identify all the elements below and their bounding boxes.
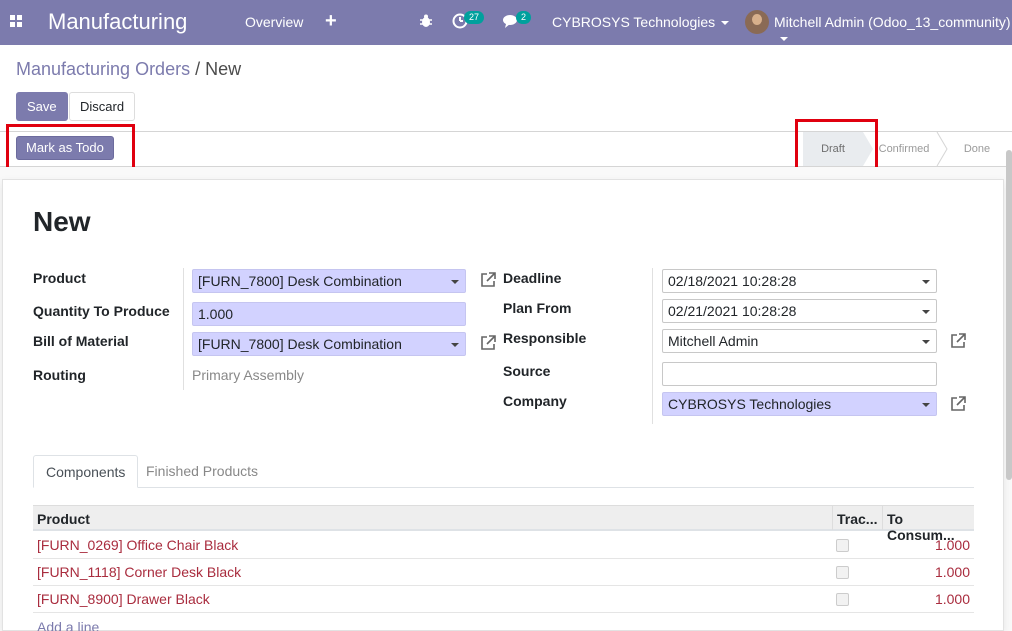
routing-value: Primary Assembly <box>192 367 305 383</box>
field-separator <box>183 268 184 390</box>
stage-done[interactable]: Done <box>952 132 1002 166</box>
table-row[interactable]: [FURN_1118] Corner Desk Black 1.000 <box>33 559 974 586</box>
field-separator <box>652 268 653 424</box>
table-header: Product Trac... To Consum... <box>33 505 974 543</box>
save-button[interactable]: Save <box>16 92 68 121</box>
nav-add[interactable]: + <box>325 10 337 33</box>
external-link-icon[interactable] <box>479 271 497 289</box>
row-product[interactable]: [FURN_1118] Corner Desk Black <box>37 564 241 580</box>
product-field[interactable]: [FURN_7800] Desk Combination <box>192 269 466 293</box>
deadline-field[interactable]: 02/18/2021 10:28:28 <box>662 269 937 293</box>
label-bom: Bill of Material <box>33 333 129 349</box>
company-field[interactable]: CYBROSYS Technologies <box>662 392 937 416</box>
add-line-link[interactable]: Add a line <box>37 619 99 631</box>
row-product[interactable]: [FURN_8900] Drawer Black <box>37 591 210 607</box>
bom-value: [FURN_7800] Desk Combination <box>198 336 402 352</box>
discard-button[interactable]: Discard <box>69 92 136 121</box>
company-value: CYBROSYS Technologies <box>668 396 832 412</box>
stage-confirmed[interactable]: Confirmed <box>872 132 936 166</box>
user-name: Mitchell Admin (Odoo_13_community) <box>774 14 1011 30</box>
chevron-down-icon <box>721 21 730 26</box>
label-product: Product <box>33 270 86 286</box>
nav-overview[interactable]: Overview <box>245 14 303 30</box>
column-separator <box>882 506 883 530</box>
row-qty[interactable]: 1.000 <box>935 564 970 580</box>
company-switcher[interactable]: CYBROSYS Technologies <box>552 14 730 30</box>
activity-badge: 27 <box>464 11 485 24</box>
label-responsible: Responsible <box>503 330 587 346</box>
tab-finished-products[interactable]: Finished Products <box>134 455 270 488</box>
dropdown-icon[interactable] <box>922 403 930 407</box>
label-source: Source <box>503 363 551 379</box>
external-link-icon[interactable] <box>479 334 497 352</box>
avatar[interactable] <box>745 10 769 34</box>
col-header-product[interactable]: Product <box>37 511 90 527</box>
quantity-field[interactable]: 1.000 <box>192 302 466 326</box>
bug-icon[interactable] <box>419 14 433 28</box>
top-navbar: Manufacturing Overview + 27 2 CYBROSYS T… <box>0 0 1012 45</box>
table-row[interactable]: [FURN_0269] Office Chair Black 1.000 <box>33 532 974 559</box>
breadcrumb: Manufacturing Orders / New <box>16 59 241 80</box>
deadline-value: 02/18/2021 10:28:28 <box>668 273 797 289</box>
dropdown-icon[interactable] <box>922 310 930 314</box>
highlight-box-mark-todo <box>6 124 135 171</box>
label-company: Company <box>503 393 567 409</box>
external-link-icon[interactable] <box>949 332 967 350</box>
table-row[interactable]: [FURN_8900] Drawer Black 1.000 <box>33 586 974 613</box>
plan-from-field[interactable]: 02/21/2021 10:28:28 <box>662 299 937 323</box>
product-value: [FURN_7800] Desk Combination <box>198 273 402 289</box>
col-header-tracking[interactable]: Trac... <box>837 511 877 527</box>
tracking-checkbox <box>836 566 849 579</box>
label-plan-from: Plan From <box>503 300 572 316</box>
company-name: CYBROSYS Technologies <box>552 14 716 30</box>
label-quantity: Quantity To Produce <box>33 303 170 319</box>
scrollbar[interactable] <box>1006 150 1012 480</box>
row-qty[interactable]: 1.000 <box>935 591 970 607</box>
apps-menu-icon[interactable] <box>10 15 24 29</box>
responsible-field[interactable]: Mitchell Admin <box>662 329 937 353</box>
label-routing: Routing <box>33 367 86 383</box>
external-link-icon[interactable] <box>949 395 967 413</box>
breadcrumb-current: New <box>205 59 242 79</box>
breadcrumb-separator: / <box>190 59 206 79</box>
bom-field[interactable]: [FURN_7800] Desk Combination <box>192 332 466 356</box>
tracking-checkbox <box>836 539 849 552</box>
dropdown-icon[interactable] <box>922 280 930 284</box>
record-title: New <box>33 206 91 237</box>
app-name[interactable]: Manufacturing <box>48 9 187 35</box>
user-menu[interactable]: Mitchell Admin (Odoo_13_community) <box>774 14 1012 46</box>
row-product[interactable]: [FURN_0269] Office Chair Black <box>37 537 238 553</box>
messages-badge: 2 <box>516 11 532 24</box>
row-qty[interactable]: 1.000 <box>935 537 970 553</box>
dropdown-icon[interactable] <box>451 280 459 284</box>
tab-components[interactable]: Components <box>33 455 139 488</box>
label-deadline: Deadline <box>503 270 562 286</box>
dropdown-icon[interactable] <box>922 340 930 344</box>
source-field[interactable] <box>662 362 937 386</box>
column-separator <box>832 506 833 530</box>
tracking-checkbox <box>836 593 849 606</box>
stage-separator <box>936 132 948 166</box>
plan-from-value: 02/21/2021 10:28:28 <box>668 303 797 319</box>
dropdown-icon[interactable] <box>451 343 459 347</box>
chevron-down-icon <box>780 37 788 42</box>
responsible-value: Mitchell Admin <box>668 333 759 349</box>
breadcrumb-parent[interactable]: Manufacturing Orders <box>16 59 190 79</box>
